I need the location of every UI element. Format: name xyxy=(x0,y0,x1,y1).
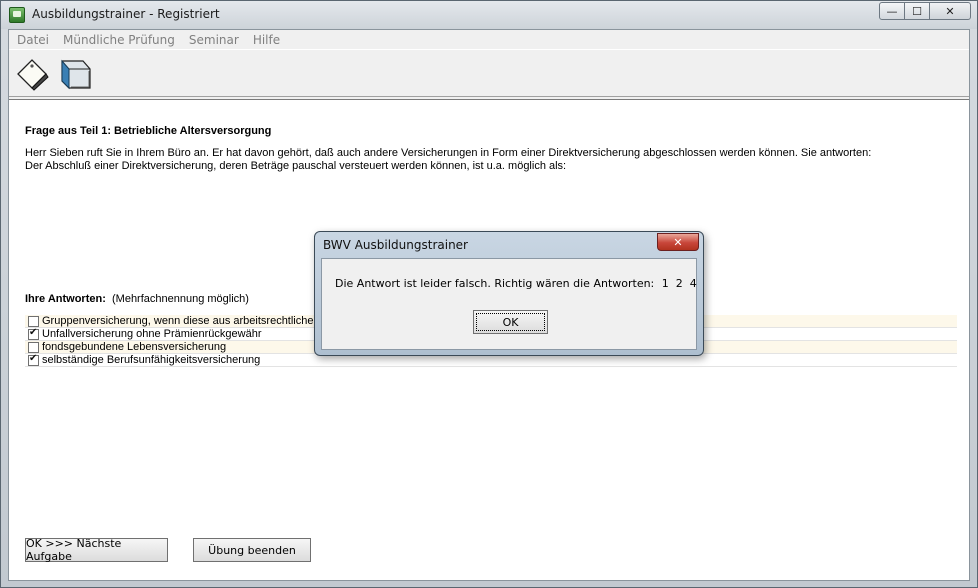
menu-muendliche-pruefung[interactable]: Mündliche Prüfung xyxy=(56,33,182,47)
menu-bar: Datei Mündliche Prüfung Seminar Hilfe xyxy=(9,30,969,49)
end-exercise-button[interactable]: Übung beenden xyxy=(193,538,311,562)
toolbar xyxy=(9,49,969,97)
question-line-2: Der Abschluß einer Direktversicherung, d… xyxy=(25,160,567,172)
menu-seminar[interactable]: Seminar xyxy=(182,33,246,47)
title-bar: Ausbildungstrainer - Registriert — ☐ ✕ xyxy=(1,1,977,29)
question-text: Herr Sieben ruft Sie in Ihrem Büro an. E… xyxy=(25,147,955,173)
app-icon xyxy=(9,7,25,23)
dialog-close-button[interactable]: ✕ xyxy=(657,233,699,251)
close-button[interactable]: ✕ xyxy=(929,2,971,20)
answer-label: fondsgebundene Lebensversicherung xyxy=(42,341,227,353)
answer-label: selbständige Berufsunfähigkeitsversicher… xyxy=(42,354,261,366)
minimize-button[interactable]: — xyxy=(879,2,905,20)
book-icon[interactable] xyxy=(59,57,93,91)
dialog-correct-answers: 1 2 4 xyxy=(661,277,697,290)
dialog-ok-button[interactable]: OK xyxy=(473,310,548,334)
dialog-message: Die Antwort ist leider falsch. Richtig w… xyxy=(335,277,697,290)
next-task-button[interactable]: OK >>> Nächste Aufgabe xyxy=(25,537,168,563)
label-tag-icon[interactable] xyxy=(15,57,49,91)
menu-hilfe[interactable]: Hilfe xyxy=(246,33,287,47)
answer-label: Gruppenversicherung, wenn diese aus arbe… xyxy=(42,315,335,327)
result-dialog: BWV Ausbildungstrainer ✕ Die Antwort ist… xyxy=(314,231,704,356)
answer-label: Unfallversicherung ohne Prämienrückgewäh… xyxy=(42,328,262,340)
answers-heading: Ihre Antworten: (Mehrfachnennung möglich… xyxy=(25,293,249,305)
answer-checkbox[interactable] xyxy=(28,353,39,366)
menu-datei[interactable]: Datei xyxy=(9,33,56,47)
maximize-button[interactable]: ☐ xyxy=(904,2,930,20)
dialog-body: Die Antwort ist leider falsch. Richtig w… xyxy=(321,258,697,350)
answer-checkbox[interactable] xyxy=(28,341,39,353)
window-title: Ausbildungstrainer - Registriert xyxy=(32,7,220,21)
answers-hint: (Mehrfachnennung möglich) xyxy=(112,293,249,305)
answer-checkbox[interactable] xyxy=(28,315,39,327)
answers-label: Ihre Antworten: xyxy=(25,293,106,305)
question-title: Frage aus Teil 1: Betriebliche Altersver… xyxy=(25,125,272,137)
dialog-title: BWV Ausbildungstrainer xyxy=(323,238,468,252)
dialog-message-text: Die Antwort ist leider falsch. Richtig w… xyxy=(335,277,655,290)
answer-checkbox[interactable] xyxy=(28,327,39,340)
question-line-1: Herr Sieben ruft Sie in Ihrem Büro an. E… xyxy=(25,147,872,159)
